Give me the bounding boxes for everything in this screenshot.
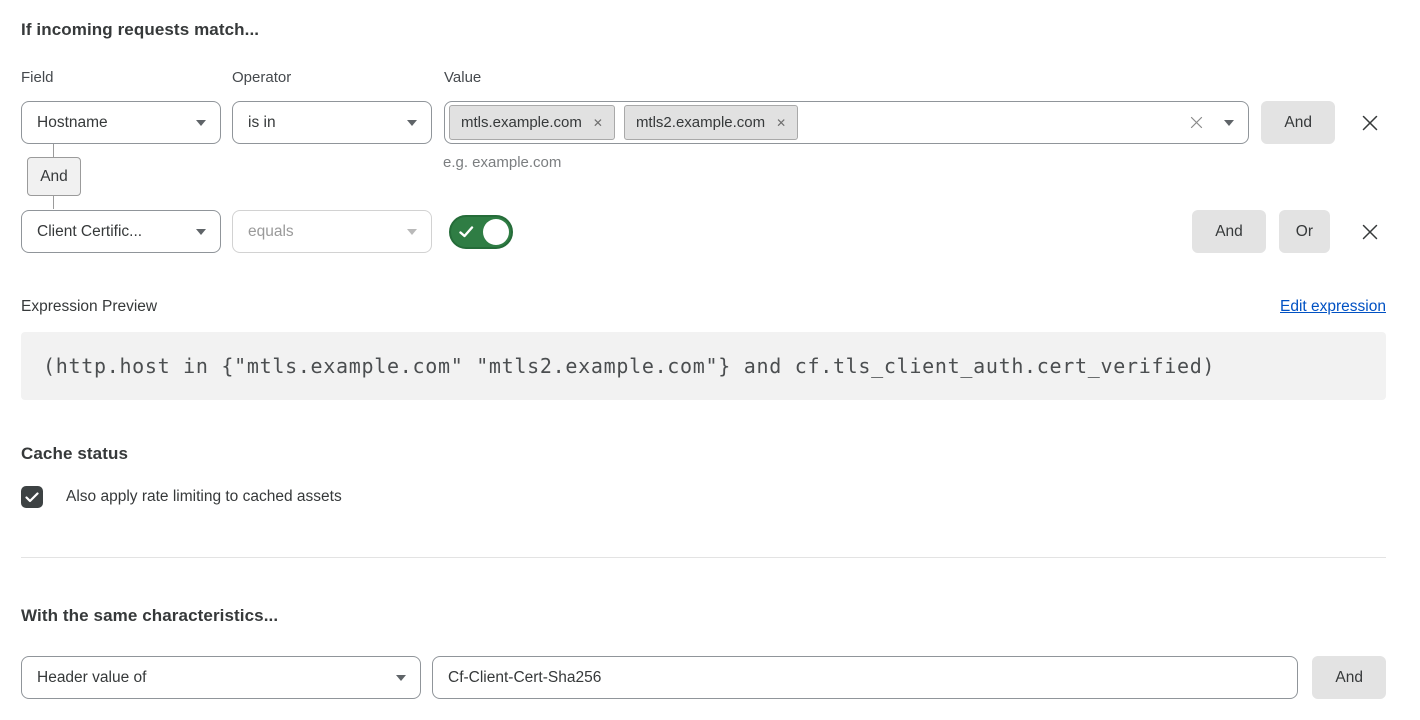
chevron-down-icon [407,120,417,126]
characteristics-title: With the same characteristics... [21,606,1386,626]
match-section-title: If incoming requests match... [21,20,1386,40]
operator-select-row1[interactable]: is in [232,101,432,144]
condition-connector: And [27,144,81,209]
add-characteristic-button[interactable]: And [1312,656,1386,699]
condition-row-2: Client Certific... equals And Or [21,210,1386,253]
cert-verified-toggle-on[interactable] [449,215,513,249]
characteristic-select[interactable]: Header value of [21,656,421,699]
expression-preview-header: Expression Preview Edit expression [21,298,1386,316]
field-column-label: Field [21,69,232,86]
remove-condition-button-row1[interactable] [1354,107,1386,139]
close-icon [1359,112,1381,134]
operator-column-label: Operator [232,69,444,86]
cached-assets-checkbox-label: Also apply rate limiting to cached asset… [66,488,342,506]
cache-status-title: Cache status [21,444,1386,464]
condition-row-1: Hostname is in mtls.example.com ✕ mtls2.… [21,101,1386,144]
cached-assets-checkbox-checked[interactable] [21,486,43,508]
chevron-down-icon [407,229,417,235]
builder-column-labels: Field Operator Value [21,69,1386,86]
add-and-condition-button-row2[interactable]: And [1192,210,1266,253]
field-select-row1-value: Hostname [37,114,108,132]
add-and-condition-button-row1[interactable]: And [1261,101,1335,144]
value-tag-text: mtls2.example.com [636,114,765,131]
connector-and-button[interactable]: And [27,157,81,196]
characteristic-select-value: Header value of [37,669,146,687]
value-column-label: Value [444,69,1386,86]
edit-expression-link[interactable]: Edit expression [1280,298,1386,316]
field-select-row1[interactable]: Hostname [21,101,221,144]
value-tag-text: mtls.example.com [461,114,582,131]
value-tag: mtls2.example.com ✕ [624,105,798,140]
row-connector-band: e.g. example.com And [21,144,1386,210]
operator-select-row2-disabled: equals [232,210,432,253]
toggle-knob [483,219,509,245]
value-tag: mtls.example.com ✕ [449,105,615,140]
remove-tag-icon[interactable]: ✕ [776,117,786,129]
check-icon [459,226,474,238]
section-divider [21,557,1386,558]
characteristics-row: Header value of And [21,656,1386,699]
value-helper-text: e.g. example.com [443,154,561,171]
multiselect-controls [1189,115,1234,130]
clear-values-icon[interactable] [1189,115,1204,130]
operator-select-row1-value: is in [248,114,276,132]
chevron-down-icon [196,120,206,126]
connector-line-top [53,144,54,157]
expression-preview-label: Expression Preview [21,298,157,316]
connector-line-bottom [53,196,54,209]
expression-preview-code: (http.host in {"mtls.example.com" "mtls2… [21,332,1386,400]
chevron-down-icon[interactable] [1224,120,1234,126]
header-name-input[interactable] [432,656,1298,699]
cache-status-checkbox-row: Also apply rate limiting to cached asset… [21,486,1386,508]
remove-condition-button-row2[interactable] [1354,216,1386,248]
chevron-down-icon [196,229,206,235]
remove-tag-icon[interactable]: ✕ [593,117,603,129]
add-or-condition-button-row2[interactable]: Or [1279,210,1330,253]
operator-select-row2-value: equals [248,223,294,241]
value-multiselect-row1[interactable]: mtls.example.com ✕ mtls2.example.com ✕ [444,101,1249,144]
close-icon [1359,221,1381,243]
chevron-down-icon [396,675,406,681]
field-select-row2[interactable]: Client Certific... [21,210,221,253]
check-icon [25,492,39,503]
rule-builder-page: If incoming requests match... Field Oper… [0,0,1420,699]
field-select-row2-value: Client Certific... [37,223,142,241]
